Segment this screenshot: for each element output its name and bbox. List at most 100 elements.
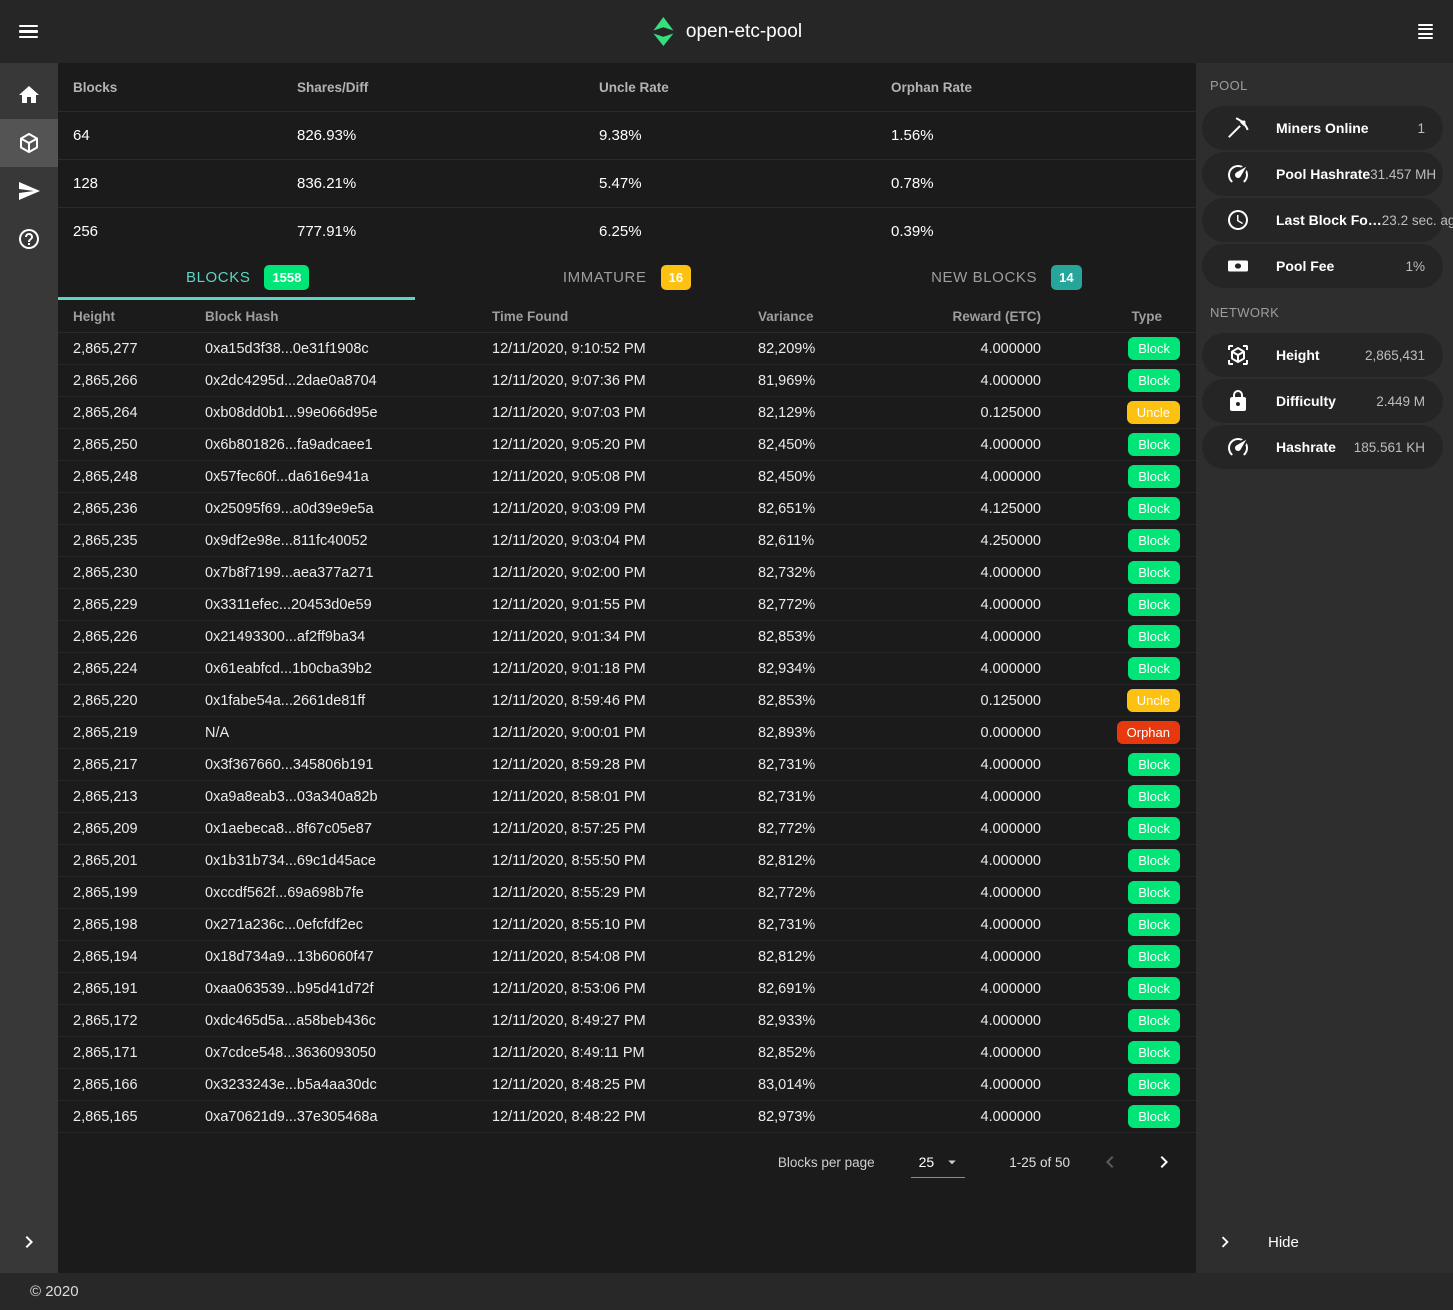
stats-blocks-cell: 64 (73, 127, 297, 144)
block-height-cell: 2,865,213 (73, 789, 205, 805)
block-hash-cell: 0x271a236c...0efcfdf2ec (205, 917, 492, 933)
type-badge: Block (1128, 977, 1180, 1000)
stats-orphan-rate-cell: 1.56% (891, 127, 1196, 144)
type-badge: Block (1128, 369, 1180, 392)
type-cell: Block (1041, 849, 1196, 872)
block-hash-cell: 0x7b8f7199...aea377a271 (205, 565, 492, 581)
time-found-cell: 12/11/2020, 9:05:08 PM (492, 469, 758, 485)
pool-fee-label: Pool Fee (1276, 258, 1334, 274)
time-found-cell: 12/11/2020, 9:07:03 PM (492, 405, 758, 421)
type-cell: Block (1041, 945, 1196, 968)
block-hash-cell: 0x18d734a9...13b6060f47 (205, 949, 492, 965)
reward-cell: 4.000000 (916, 885, 1041, 901)
block-height-cell: 2,865,277 (73, 341, 205, 357)
type-cell: Block (1041, 529, 1196, 552)
next-page-button[interactable] (1150, 1148, 1178, 1176)
time-found-cell: 12/11/2020, 9:03:04 PM (492, 533, 758, 549)
reward-cell: 0.125000 (916, 693, 1041, 709)
reward-cell: 0.000000 (916, 725, 1041, 741)
col-header-block-hash: Block Hash (205, 309, 492, 324)
type-badge: Block (1128, 1105, 1180, 1128)
block-row: 2,865,1940x18d734a9...13b6060f4712/11/20… (58, 941, 1196, 973)
sidebar-collapse-button[interactable] (0, 1218, 58, 1266)
network-difficulty-label: Difficulty (1276, 393, 1336, 409)
network-height-label: Height (1276, 347, 1320, 363)
network-section-label: NETWORK (1196, 290, 1453, 331)
lock-icon (1226, 389, 1250, 413)
page-size-select[interactable]: 25 (911, 1146, 966, 1178)
type-badge: Block (1128, 753, 1180, 776)
block-height-cell: 2,865,166 (73, 1077, 205, 1093)
block-row: 2,865,2640xb08dd0b1...99e066d95e12/11/20… (58, 397, 1196, 429)
right-menu-icon[interactable] (1413, 24, 1433, 40)
hide-label: Hide (1268, 1234, 1299, 1251)
variance-cell: 82,853% (758, 693, 916, 709)
block-height-cell: 2,865,209 (73, 821, 205, 837)
previous-page-button[interactable] (1096, 1148, 1124, 1176)
reward-cell: 4.000000 (916, 661, 1041, 677)
block-hash-cell: 0x25095f69...a0d39e9e5a (205, 501, 492, 517)
block-height-cell: 2,865,264 (73, 405, 205, 421)
type-badge: Orphan (1117, 721, 1180, 744)
block-height-cell: 2,865,217 (73, 757, 205, 773)
block-hash-cell: 0x3311efec...20453d0e59 (205, 597, 492, 613)
variance-cell: 81,969% (758, 373, 916, 389)
type-badge: Block (1128, 465, 1180, 488)
reward-cell: 4.250000 (916, 533, 1041, 549)
variance-cell: 82,933% (758, 1013, 916, 1029)
type-cell: Block (1041, 753, 1196, 776)
network-difficulty-value: 2.449 M (1376, 394, 1425, 409)
tab-immature-label: IMMATURE (563, 269, 647, 286)
reward-cell: 4.000000 (916, 469, 1041, 485)
tab-blocks[interactable]: BLOCKS 1558 (58, 255, 437, 300)
block-hash-cell: 0xa70621d9...37e305468a (205, 1109, 492, 1125)
copyright-label: © 2020 (30, 1283, 79, 1300)
sidebar-item-blocks[interactable] (0, 119, 58, 167)
chevron-right-icon (17, 1230, 41, 1254)
pool-hashrate-item: Pool Hashrate 31.457 MH (1202, 152, 1443, 196)
sidebar-item-home[interactable] (0, 71, 58, 119)
cube-scan-icon (1226, 343, 1250, 367)
reward-cell: 4.000000 (916, 373, 1041, 389)
col-header-variance: Variance (758, 309, 916, 324)
home-icon (17, 83, 41, 107)
chevron-down-icon (943, 1153, 961, 1171)
type-cell: Block (1041, 1041, 1196, 1064)
block-hash-cell: 0x1aebeca8...8f67c05e87 (205, 821, 492, 837)
sidebar-item-payments[interactable] (0, 167, 58, 215)
tab-immature[interactable]: IMMATURE 16 (437, 255, 816, 300)
brand: open-etc-pool (651, 17, 802, 46)
type-badge: Block (1128, 1041, 1180, 1064)
block-height-cell: 2,865,220 (73, 693, 205, 709)
block-height-cell: 2,865,236 (73, 501, 205, 517)
sidebar-item-help[interactable] (0, 215, 58, 263)
block-row: 2,865,2240x61eabfcd...1b0cba39b212/11/20… (58, 653, 1196, 685)
time-found-cell: 12/11/2020, 9:05:20 PM (492, 437, 758, 453)
block-height-cell: 2,865,194 (73, 949, 205, 965)
menu-icon[interactable] (19, 25, 39, 39)
send-icon (17, 179, 41, 203)
block-hash-cell: 0x61eabfcd...1b0cba39b2 (205, 661, 492, 677)
tab-new-blocks-count-badge: 14 (1051, 265, 1081, 290)
pickaxe-icon (1226, 116, 1250, 140)
tab-new-blocks[interactable]: NEW BLOCKS 14 (817, 255, 1196, 300)
type-badge: Block (1128, 817, 1180, 840)
hide-sidebar-button[interactable]: Hide (1196, 1220, 1453, 1264)
stats-rows: 64826.93%9.38%1.56%128836.21%5.47%0.78%2… (58, 111, 1196, 255)
type-badge: Block (1128, 881, 1180, 904)
time-found-cell: 12/11/2020, 9:02:00 PM (492, 565, 758, 581)
variance-cell: 82,772% (758, 597, 916, 613)
type-cell: Block (1041, 817, 1196, 840)
type-badge: Block (1128, 657, 1180, 680)
block-hash-cell: 0x3f367660...345806b191 (205, 757, 492, 773)
variance-cell: 82,973% (758, 1109, 916, 1125)
variance-cell: 82,852% (758, 1045, 916, 1061)
block-row: 2,865,2500x6b801826...fa9adcaee112/11/20… (58, 429, 1196, 461)
network-height-value: 2,865,431 (1365, 348, 1425, 363)
clock-icon (1226, 208, 1250, 232)
network-difficulty-item: Difficulty 2.449 M (1202, 379, 1443, 423)
reward-cell: 4.000000 (916, 1045, 1041, 1061)
type-cell: Block (1041, 369, 1196, 392)
stats-shares-diff-cell: 836.21% (297, 175, 599, 192)
block-height-cell: 2,865,199 (73, 885, 205, 901)
